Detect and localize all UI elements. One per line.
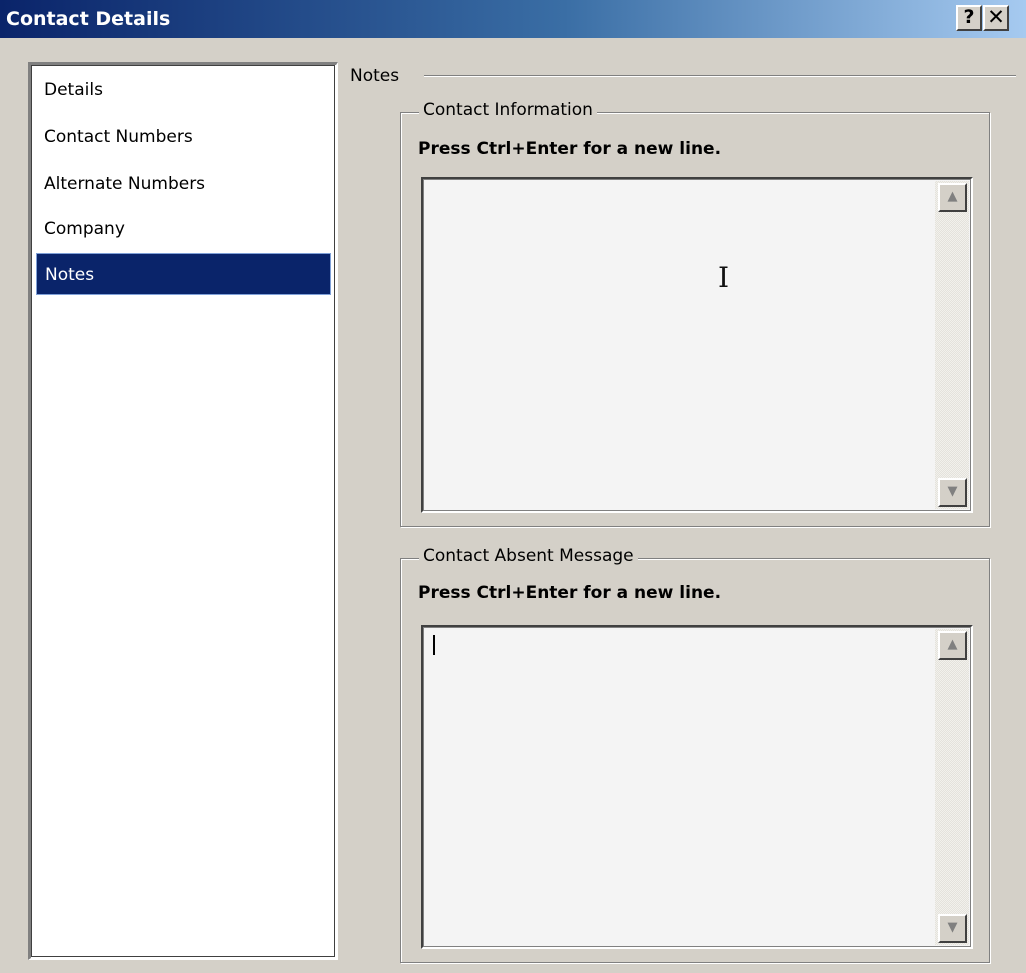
scroll-up-icon[interactable]: ▲ [938, 631, 967, 660]
contact-absent-message-legend: Contact Absent Message [419, 546, 638, 566]
help-button[interactable]: ? [956, 5, 982, 31]
title-bar: Contact Details ? ✕ [0, 0, 1026, 38]
text-cursor-icon: I [718, 261, 730, 294]
contact-absent-message-hint: Press Ctrl+Enter for a new line. [418, 583, 722, 603]
contact-information-hint: Press Ctrl+Enter for a new line. [418, 139, 722, 159]
section-divider [424, 75, 1016, 77]
window-title: Contact Details [6, 8, 171, 30]
contact-absent-message-scrollbar[interactable]: ▲ ▼ [935, 629, 969, 945]
sidebar-item-alternate-numbers[interactable]: Alternate Numbers [36, 163, 331, 205]
contact-absent-message-textarea[interactable]: ▲ ▼ [421, 625, 973, 949]
contact-absent-message-group: Contact Absent Message Press Ctrl+Enter … [400, 546, 990, 963]
contact-information-scrollbar[interactable]: ▲ ▼ [935, 181, 969, 509]
close-button[interactable]: ✕ [983, 5, 1009, 31]
section-list: Details Contact Numbers Alternate Number… [28, 62, 338, 960]
scroll-down-icon[interactable]: ▼ [938, 914, 967, 943]
text-caret [433, 635, 435, 655]
sidebar-item-contact-numbers[interactable]: Contact Numbers [36, 116, 331, 158]
sidebar-item-details[interactable]: Details [36, 69, 331, 111]
contact-information-group: Contact Information Press Ctrl+Enter for… [400, 100, 990, 527]
sidebar-item-company[interactable]: Company [36, 208, 331, 250]
section-title: Notes [350, 66, 400, 86]
sidebar-item-notes[interactable]: Notes [36, 253, 331, 295]
contact-information-legend: Contact Information [419, 100, 597, 120]
scroll-up-icon[interactable]: ▲ [938, 183, 967, 212]
contact-information-textarea[interactable]: I ▲ ▼ [421, 177, 973, 513]
scroll-down-icon[interactable]: ▼ [938, 478, 967, 507]
